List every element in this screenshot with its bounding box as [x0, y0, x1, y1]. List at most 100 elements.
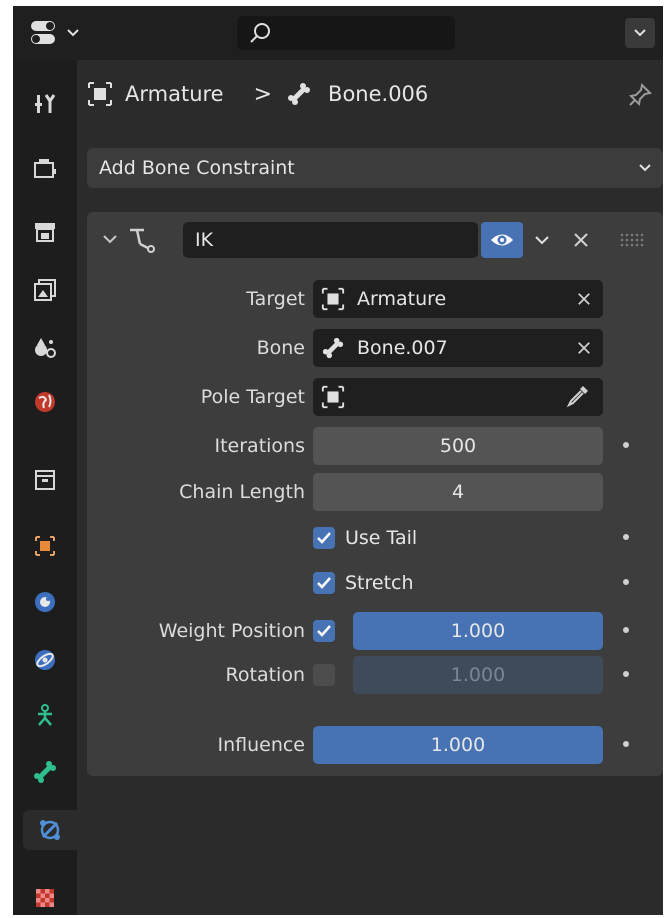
view-layer-tab-icon	[34, 279, 56, 301]
rotation-weight-field[interactable]: 1.000	[353, 656, 603, 694]
texture-tab-icon	[36, 889, 54, 907]
search-icon	[250, 23, 270, 43]
output-tab-icon	[35, 223, 55, 242]
bone-label: Bone	[256, 337, 305, 359]
checkmark-icon	[317, 577, 331, 589]
physics-tab-icon	[35, 650, 55, 670]
chevron-down-icon	[67, 29, 79, 37]
world-tab-icon	[35, 392, 55, 412]
toggle-visibility-button[interactable]	[481, 222, 523, 258]
breadcrumb-object: Armature	[125, 82, 224, 106]
scene-tab-icon	[35, 338, 56, 358]
tab-tool[interactable]	[21, 84, 69, 124]
tab-texture[interactable]	[21, 878, 69, 918]
tab-output[interactable]	[21, 212, 69, 252]
bone-constraint-tab-icon	[40, 820, 60, 840]
object-tab-icon	[35, 536, 55, 556]
render-tab-icon	[34, 159, 56, 178]
weight-position-row: Weight Position 1.000	[87, 612, 663, 650]
pole-target-label: Pole Target	[200, 386, 305, 408]
stretch-label[interactable]: Stretch	[345, 564, 414, 602]
properties-editor-icon	[31, 21, 55, 44]
iterations-label: Iterations	[214, 435, 306, 457]
options-menu-button[interactable]	[625, 18, 655, 48]
constraint-menu-button[interactable]	[527, 222, 557, 258]
constraint-name-input[interactable]: IK	[183, 222, 478, 258]
keyframe-dot[interactable]	[623, 671, 629, 677]
keyframe-dot[interactable]	[623, 627, 629, 633]
stretch-row: Stretch	[87, 564, 663, 602]
clear-target-icon[interactable]	[577, 292, 591, 306]
chevron-down-icon	[639, 164, 651, 172]
bone-field[interactable]: Bone.007	[313, 329, 603, 367]
keyframe-dot[interactable]	[623, 579, 629, 585]
use-tail-row: Use Tail	[87, 519, 663, 557]
bone-icon	[322, 337, 344, 359]
close-icon	[574, 233, 588, 247]
bone-icon	[288, 83, 311, 105]
constraint-name-value: IK	[195, 229, 214, 251]
pin-icon[interactable]	[627, 82, 653, 108]
tab-bone[interactable]	[21, 752, 69, 792]
clear-bone-icon[interactable]	[577, 341, 591, 355]
properties-content: Armature > Bone.006 Add Bone Constraint …	[77, 60, 663, 915]
chevron-down-icon	[634, 29, 646, 37]
eye-icon	[491, 234, 513, 246]
influence-field[interactable]: 1.000	[313, 726, 603, 764]
weight-position-field[interactable]: 1.000	[353, 612, 603, 650]
rotation-checkbox[interactable]	[313, 664, 335, 686]
iterations-row: Iterations 500	[87, 427, 663, 465]
tab-physics[interactable]	[21, 640, 69, 680]
drag-grip-icon[interactable]	[617, 230, 647, 250]
chain-length-row: Chain Length 4	[87, 473, 663, 511]
chevron-down-icon	[535, 236, 549, 245]
add-bone-constraint-label: Add Bone Constraint	[99, 157, 295, 179]
armature-object-icon	[321, 287, 345, 311]
eyedropper-icon[interactable]	[565, 383, 591, 409]
use-tail-label[interactable]: Use Tail	[345, 519, 417, 557]
keyframe-dot[interactable]	[623, 741, 629, 747]
target-row: Target Armature	[87, 280, 663, 318]
tab-view-layer[interactable]	[21, 270, 69, 310]
header-bar	[13, 6, 663, 60]
search-input[interactable]	[237, 16, 455, 50]
add-bone-constraint-dropdown[interactable]: Add Bone Constraint	[87, 148, 663, 188]
pole-target-row: Pole Target	[87, 378, 663, 416]
tab-bone-constraint[interactable]	[23, 810, 77, 850]
collection-tab-icon	[35, 470, 55, 490]
editor-type-button[interactable]	[27, 16, 89, 50]
tab-render[interactable]	[21, 148, 69, 188]
tab-collection[interactable]	[21, 460, 69, 500]
tab-object-constraint[interactable]	[21, 696, 69, 736]
influence-row: Influence 1.000	[87, 726, 663, 764]
rotation-label: Rotation	[225, 664, 305, 686]
tab-world[interactable]	[21, 382, 69, 422]
keyframe-dot[interactable]	[623, 534, 629, 540]
ik-constraint-panel: IK Target Armature Bone Bone.007 Pole Ta…	[87, 212, 663, 776]
ik-constraint-icon	[130, 228, 155, 253]
weight-position-checkbox[interactable]	[313, 620, 335, 642]
bone-value: Bone.007	[357, 337, 448, 359]
influence-label: Influence	[217, 734, 305, 756]
target-field[interactable]: Armature	[313, 280, 603, 318]
stretch-checkbox[interactable]	[313, 572, 335, 594]
breadcrumb-separator: >	[253, 81, 273, 107]
bone-row: Bone Bone.007	[87, 329, 663, 367]
use-tail-checkbox[interactable]	[313, 527, 335, 549]
armature-object-icon	[88, 82, 112, 106]
tab-scene[interactable]	[21, 328, 69, 368]
iterations-field[interactable]: 500	[313, 427, 603, 465]
delete-constraint-button[interactable]	[565, 222, 597, 258]
object-icon	[321, 385, 345, 409]
keyframe-dot[interactable]	[623, 442, 629, 448]
tab-modifier[interactable]	[21, 582, 69, 622]
tool-tab-icon	[35, 94, 56, 113]
target-value: Armature	[357, 288, 447, 310]
weight-position-label: Weight Position	[158, 620, 305, 642]
breadcrumb-bone: Bone.006	[328, 82, 429, 106]
constraint-header: IK	[87, 212, 663, 264]
chain-length-field[interactable]: 4	[313, 473, 603, 511]
tab-object[interactable]	[21, 526, 69, 566]
collapse-chevron-icon[interactable]	[103, 234, 117, 244]
pole-target-field[interactable]	[313, 378, 603, 416]
